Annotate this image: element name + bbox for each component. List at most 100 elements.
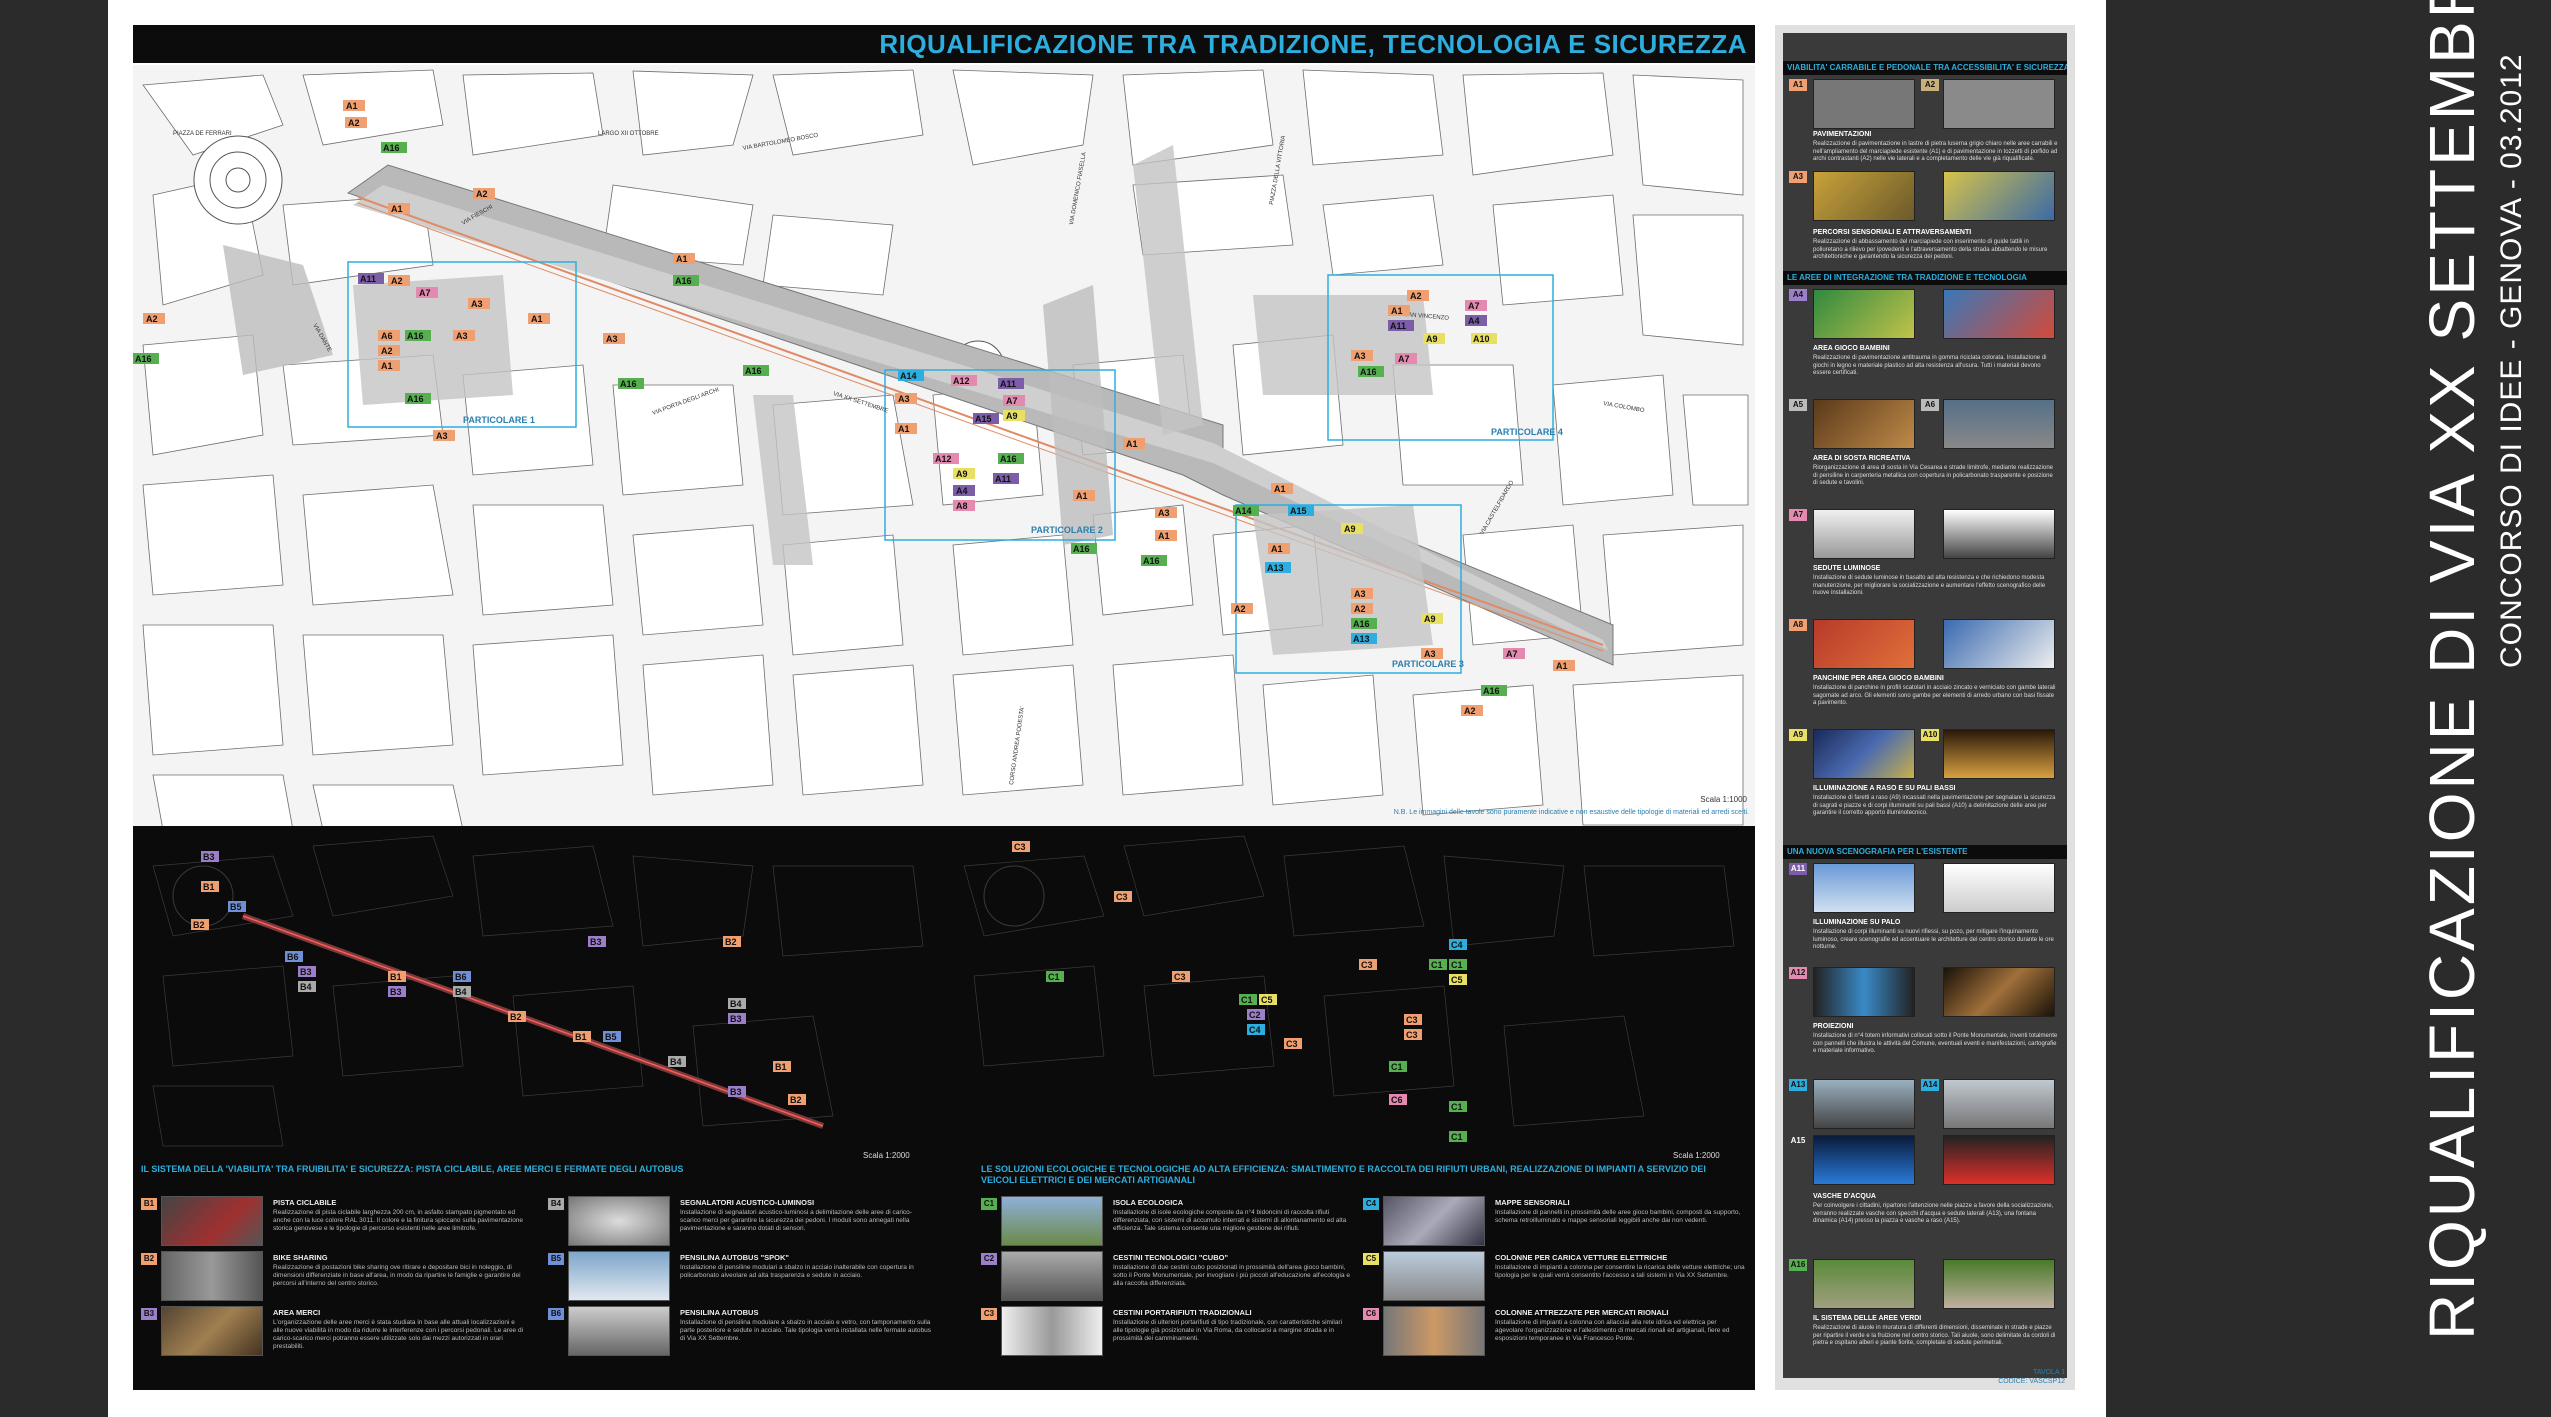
material-desc: Realizzazione di pavimentazione in lastr… xyxy=(1813,141,2058,162)
plan-scale: Scala 1:1000 xyxy=(1700,795,1747,804)
urban-plan-map[interactable]: PARTICOLARE 1 PARTICOLARE 2 PARTICOLARE … xyxy=(133,65,1755,833)
legend-desc: Installazione di impianti a colonna con … xyxy=(1495,1319,1730,1342)
material-item-a15: A15 VASCHE D'ACQUA Per coinvolgere i cit… xyxy=(1789,1135,2063,1255)
svg-text:C3: C3 xyxy=(1014,842,1026,852)
legend-title: PENSILINA AUTOBUS xyxy=(680,1308,759,1317)
svg-text:A11: A11 xyxy=(995,474,1011,484)
mobility-night-map[interactable]: B3 B1 B5 B2 B6 B3 B4 B1 B3 B6 B4 B2 B3 B… xyxy=(133,826,944,1156)
vertical-project-subtitle: CONCORSO DI IDEE - GENOVA - 03.2012 xyxy=(2495,53,2528,668)
material-code: A12 xyxy=(1789,967,1807,979)
material-item-a7: A7 SEDUTE LUMINOSE Installazione di sedu… xyxy=(1789,509,2063,619)
svg-text:A7: A7 xyxy=(1468,301,1480,311)
photo-placeholder xyxy=(1943,619,2055,669)
svg-text:A16: A16 xyxy=(407,331,424,341)
photo-placeholder xyxy=(1813,1079,1915,1129)
svg-text:A1: A1 xyxy=(1271,544,1283,554)
legend-desc: Installazione di pensiline modulari a sb… xyxy=(680,1264,914,1279)
legend-desc: Installazione di pannelli in prossimità … xyxy=(1495,1209,1741,1224)
svg-text:C3: C3 xyxy=(1361,960,1373,970)
svg-text:C2: C2 xyxy=(1249,1010,1261,1020)
legend-title: AREA MERCI xyxy=(273,1308,321,1317)
material-code: A11 xyxy=(1789,863,1807,875)
svg-text:A16: A16 xyxy=(1483,686,1500,696)
photo-placeholder xyxy=(1813,967,1915,1017)
svg-text:A1: A1 xyxy=(1126,439,1138,449)
legend-code: C1 xyxy=(981,1198,997,1210)
plan-note: N.B. Le immagini delle tavole sono puram… xyxy=(1393,809,1749,816)
svg-text:A3: A3 xyxy=(606,334,618,344)
material-desc: Per coinvolgere i cittadini, ripartono l… xyxy=(1813,1203,2054,1224)
legend-desc: Realizzazione di postazioni bike sharing… xyxy=(273,1264,521,1287)
svg-text:B4: B4 xyxy=(730,999,742,1009)
material-title: AREA DI SOSTA RICREATIVA xyxy=(1813,455,1911,462)
svg-text:A11: A11 xyxy=(1000,379,1016,389)
svg-text:A7: A7 xyxy=(419,288,431,298)
photo-placeholder xyxy=(1943,1259,2055,1309)
svg-text:B1: B1 xyxy=(575,1032,587,1042)
legend-title: PENSILINA AUTOBUS "SPOK" xyxy=(680,1253,789,1262)
legend-code: B1 xyxy=(141,1198,157,1210)
svg-text:B3: B3 xyxy=(390,987,402,997)
plan-panel: RIQUALIFICAZIONE TRA TRADIZIONE, TECNOLO… xyxy=(133,25,1755,833)
particolare-1-label: PARTICOLARE 1 xyxy=(463,415,535,425)
legend-desc: L'organizzazione delle aree merci è stat… xyxy=(273,1319,524,1350)
material-code: A8 xyxy=(1789,619,1807,631)
legend-item-b1: B1 PISTA CICLABILE Realizzazione di pist… xyxy=(141,1196,541,1252)
photo-placeholder xyxy=(1383,1196,1485,1246)
legend-title: COLONNE PER CARICA VETTURE ELETTRICHE xyxy=(1495,1253,1668,1262)
photo-placeholder xyxy=(1943,967,2055,1017)
legend-item-b4: B4 SEGNALATORI ACUSTICO-LUMINOSI Install… xyxy=(548,1196,948,1252)
svg-text:A14: A14 xyxy=(1235,506,1252,516)
material-item-a8: A8 PANCHINE PER AREA GIOCO BAMBINI Insta… xyxy=(1789,619,2063,729)
legend-desc: Installazione di segnalatori acustico-lu… xyxy=(680,1209,912,1232)
svg-text:A3: A3 xyxy=(456,331,468,341)
svg-text:C1: C1 xyxy=(1451,960,1463,970)
svg-text:C1: C1 xyxy=(1048,972,1060,982)
material-desc: Installazione di sedute luminose in basa… xyxy=(1813,575,2046,596)
vertical-project-title: RIQUALIFICAZIONE DI VIA XX SETTEMBRE xyxy=(2416,0,2488,1340)
material-title: ILLUMINAZIONE A RASO E SU PALI BASSI xyxy=(1813,785,1956,792)
svg-text:B2: B2 xyxy=(510,1012,522,1022)
photo-placeholder xyxy=(1943,863,2055,913)
svg-text:A13: A13 xyxy=(1353,634,1370,644)
material-title: PAVIMENTAZIONI xyxy=(1813,131,1872,138)
ecology-section-title: LE SOLUZIONI ECOLOGICHE E TECNOLOGICHE A… xyxy=(981,1164,1706,1185)
legend-item-c3: C3 CESTINI PORTARIFIUTI TRADIZIONALI Ins… xyxy=(981,1306,1371,1362)
svg-text:C6: C6 xyxy=(1391,1095,1403,1105)
legend-item-b2: B2 BIKE SHARING Realizzazione di postazi… xyxy=(141,1251,541,1307)
material-title: PERCORSI SENSORIALI E ATTRAVERSAMENTI xyxy=(1813,229,1972,236)
svg-text:A9: A9 xyxy=(1426,334,1438,344)
material-title: SEDUTE LUMINOSE xyxy=(1813,565,1881,572)
svg-text:B3: B3 xyxy=(590,937,602,947)
photo-placeholder xyxy=(1813,171,1915,221)
svg-text:A2: A2 xyxy=(1464,706,1476,716)
svg-text:A1: A1 xyxy=(1076,491,1088,501)
svg-text:A16: A16 xyxy=(745,366,762,376)
ecology-night-map[interactable]: C3 C3 C1 C3 C1 C5 C2 C4 C3 C3 C4 C1 C1 C… xyxy=(944,826,1755,1156)
svg-text:B3: B3 xyxy=(300,967,312,977)
material-code: A4 xyxy=(1789,289,1807,301)
material-code: A3 xyxy=(1789,171,1807,183)
svg-text:C3: C3 xyxy=(1286,1039,1298,1049)
material-code: A6 xyxy=(1921,399,1939,411)
legend-code: C3 xyxy=(981,1308,997,1320)
svg-text:A10: A10 xyxy=(1473,334,1490,344)
material-code: A15 xyxy=(1789,1135,1807,1147)
legend-code: B5 xyxy=(548,1253,564,1265)
material-title: PANCHINE PER AREA GIOCO BAMBINI xyxy=(1813,675,1944,682)
svg-text:B5: B5 xyxy=(230,902,242,912)
svg-text:C4: C4 xyxy=(1451,940,1463,950)
photo-placeholder xyxy=(1383,1306,1485,1356)
section-header-aree-integrazione: LE AREE DI INTEGRAZIONE TRA TRADIZIONE E… xyxy=(1783,271,2067,285)
legend-item-b3: B3 AREA MERCI L'organizzazione delle are… xyxy=(141,1306,541,1362)
svg-text:C5: C5 xyxy=(1451,975,1463,985)
legend-title: SEGNALATORI ACUSTICO-LUMINOSI xyxy=(680,1198,815,1207)
tavola-number: TAVOLA 1 xyxy=(2032,1369,2065,1376)
svg-text:C1: C1 xyxy=(1391,1062,1403,1072)
street-label: LARGO XII OTTOBRE xyxy=(598,131,659,137)
svg-text:B4: B4 xyxy=(300,982,312,992)
svg-text:B2: B2 xyxy=(193,920,205,930)
svg-text:A16: A16 xyxy=(1073,544,1090,554)
photo-placeholder xyxy=(1813,79,1915,129)
svg-text:B3: B3 xyxy=(730,1014,742,1024)
